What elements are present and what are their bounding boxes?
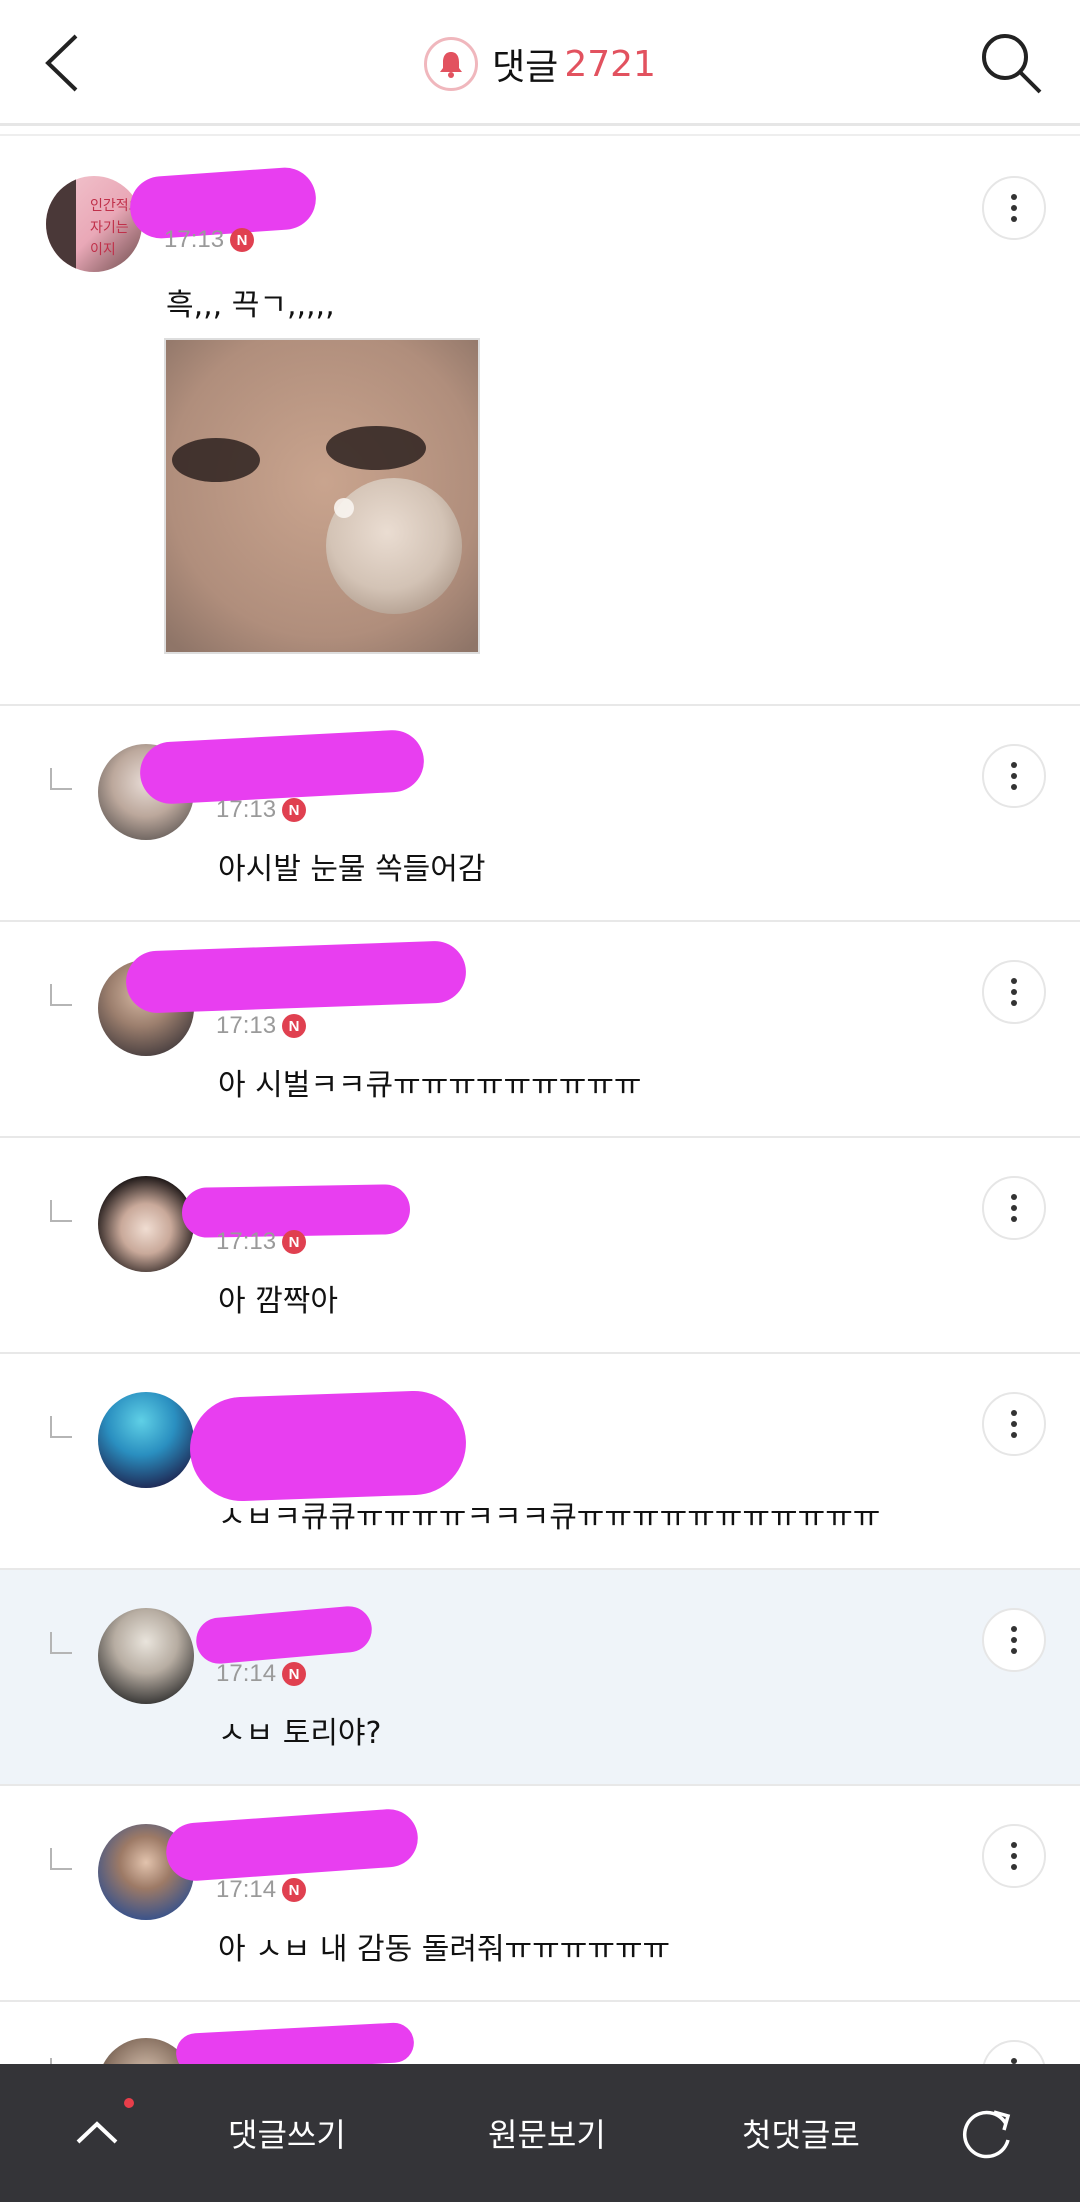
new-badge: N — [230, 228, 255, 252]
avatar[interactable] — [98, 1176, 194, 1272]
new-badge: N — [282, 798, 307, 822]
more-options-button[interactable] — [982, 2040, 1046, 2064]
header-divider — [0, 134, 1080, 136]
comment-text: 아 ㅅㅂ 내 감동 돌려줘ㅠㅠㅠㅠㅠㅠ — [218, 1932, 671, 1967]
bottom-action-bar: 댓글쓰기 원문보기 첫댓글로 — [0, 2064, 1080, 2202]
header-bar: 댓글 2721 — [0, 0, 1080, 126]
new-badge: N — [282, 1230, 307, 1254]
comment-time: 17:13 — [164, 226, 225, 253]
reply-item: N ㅅㅂㅋ큐큐ㅠㅠㅠㅠㅋㅋㅋ큐ㅠㅠㅠㅠㅠㅠㅠㅠㅠㅠㅠ — [0, 1354, 1080, 1570]
reply-indicator-icon — [50, 1848, 72, 1870]
more-options-button[interactable] — [982, 1392, 1046, 1456]
avatar[interactable] — [98, 1608, 194, 1704]
search-icon[interactable] — [978, 30, 1044, 96]
comment-meta: 17:13 N — [216, 1228, 307, 1256]
header-title: 댓글 2721 — [0, 34, 1080, 94]
reply-item: 17:13 N 아 시벌ㅋㅋ큐ㅠㅠㅠㅠㅠㅠㅠㅠㅠ — [0, 922, 1080, 1138]
redacted-username — [175, 2021, 415, 2064]
notification-dot — [124, 2098, 134, 2108]
comment-meta: 17:13 N — [216, 796, 307, 824]
comment-text: 아시발 눈물 쏙들어감 — [218, 852, 486, 887]
comment-meta: 17:13 N — [216, 1012, 307, 1040]
comment-text: ㅅㅂ 토리야? — [218, 1716, 382, 1751]
new-badge: N — [282, 1662, 307, 1686]
redacted-username — [138, 728, 426, 806]
more-options-button[interactable] — [982, 744, 1046, 808]
bell-icon[interactable] — [424, 37, 479, 91]
comment-text: 아 깜짝아 — [218, 1284, 338, 1319]
svg-text:자기는: 자기는 — [90, 220, 129, 236]
comment-time: 17:14 — [216, 1660, 277, 1687]
comment-item: 인간적으 자기는 이지 17:13 N 흑,,, 끅ㄱ,,,,, — [0, 138, 1080, 706]
redacted-username — [125, 940, 467, 1014]
reply-item: 17:13 N 아 깜짝아 — [0, 1138, 1080, 1354]
comment-meta: 17:14 N — [216, 1876, 307, 1904]
comment-meta: 17:13 N — [164, 226, 255, 254]
reply-item: 17:14 N ㅅㅂ 토리야? — [0, 1570, 1080, 1786]
comment-time: 17:13 — [216, 796, 277, 823]
avatar[interactable]: 인간적으 자기는 이지 — [46, 176, 142, 272]
write-comment-button[interactable]: 댓글쓰기 — [228, 2110, 346, 2156]
comment-text: 흑,,, 끅ㄱ,,,,, — [166, 288, 335, 323]
more-options-button[interactable] — [982, 176, 1046, 240]
comment-time: 17:13 — [216, 1228, 277, 1255]
reply-item: 17:14 N 아 ㅅㅂ 내 감동 돌려줘ㅠㅠㅠㅠㅠㅠ — [0, 1786, 1080, 2002]
reply-indicator-icon — [50, 984, 72, 1006]
new-badge: N — [282, 1014, 307, 1038]
comments-label: 댓글 — [492, 47, 559, 88]
reply-indicator-icon — [50, 1416, 72, 1438]
reply-indicator-icon — [50, 1632, 72, 1654]
more-options-button[interactable] — [982, 1824, 1046, 1888]
reply-item — [0, 2002, 1080, 2064]
redacted-username — [194, 1604, 374, 1666]
svg-text:이지: 이지 — [90, 242, 116, 258]
avatar[interactable] — [98, 1392, 194, 1488]
first-comment-button[interactable]: 첫댓글로 — [742, 2110, 860, 2156]
comment-meta: N — [216, 1444, 246, 1468]
refresh-icon[interactable] — [958, 2104, 1016, 2162]
comment-photo[interactable] — [164, 338, 480, 654]
redacted-username — [164, 1807, 420, 1883]
comment-count: 2721 — [564, 43, 656, 85]
new-badge: N — [282, 1878, 307, 1902]
reply-indicator-icon — [50, 1200, 72, 1222]
reply-item: 17:13 N 아시발 눈물 쏙들어감 — [0, 706, 1080, 922]
more-options-button[interactable] — [982, 1608, 1046, 1672]
view-original-button[interactable]: 원문보기 — [488, 2110, 606, 2156]
comment-text: ㅅㅂㅋ큐큐ㅠㅠㅠㅠㅋㅋㅋ큐ㅠㅠㅠㅠㅠㅠㅠㅠㅠㅠㅠ — [218, 1500, 881, 1535]
comment-meta: 17:14 N — [216, 1660, 307, 1688]
more-options-button[interactable] — [982, 960, 1046, 1024]
reply-indicator-icon — [50, 768, 72, 790]
chevron-up-icon[interactable] — [72, 2108, 122, 2158]
comment-text: 아 시벌ㅋㅋ큐ㅠㅠㅠㅠㅠㅠㅠㅠㅠ — [218, 1068, 642, 1103]
more-options-button[interactable] — [982, 1176, 1046, 1240]
comment-time: 17:14 — [216, 1876, 277, 1903]
comment-time: 17:13 — [216, 1012, 277, 1039]
